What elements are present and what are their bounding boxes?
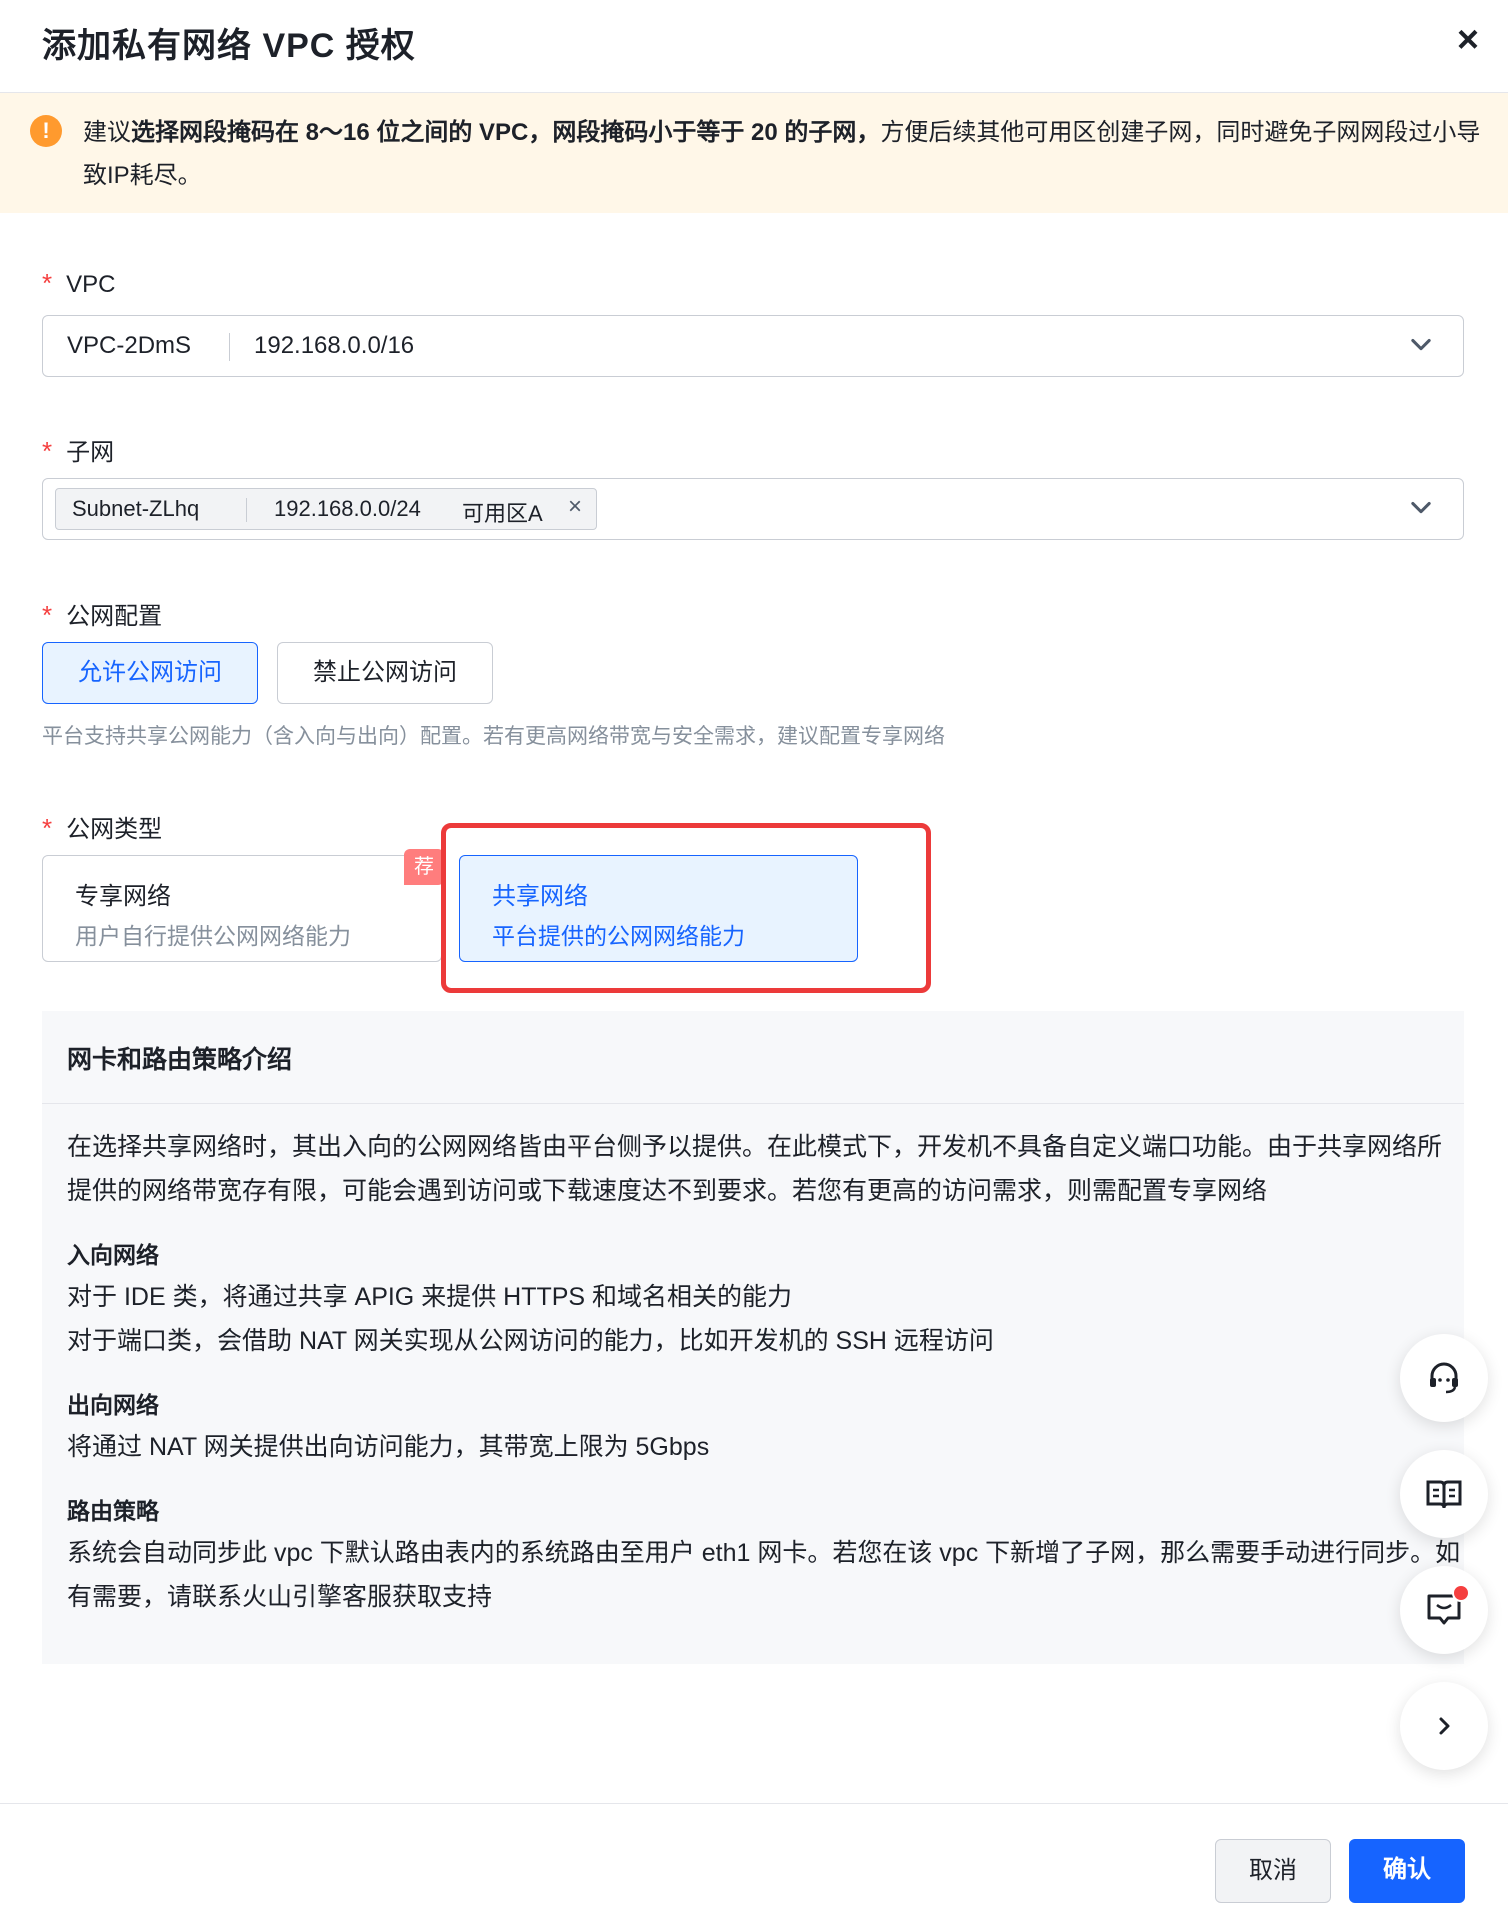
card-desc: 平台提供的公网网络能力 bbox=[492, 923, 745, 949]
notification-dot bbox=[1452, 1584, 1470, 1602]
support-button[interactable] bbox=[1400, 1334, 1488, 1422]
required-mark: * bbox=[42, 813, 53, 843]
network-info-panel: 网卡和路由策略介绍 在选择共享网络时，其出入向的公网网络皆由平台侧予以提供。在此… bbox=[42, 1011, 1464, 1664]
subnet-select[interactable]: Subnet-ZLhq 192.168.0.0/24 可用区A × bbox=[42, 478, 1464, 540]
divider bbox=[229, 333, 230, 361]
info-title: 网卡和路由策略介绍 bbox=[67, 1046, 293, 1074]
subnet-zone: 可用区A bbox=[462, 501, 543, 526]
close-icon[interactable]: × bbox=[1444, 16, 1492, 64]
alert-prefix: 建议 bbox=[83, 119, 131, 146]
subnet-cidr: 192.168.0.0/24 bbox=[274, 496, 421, 521]
card-title: 共享网络 bbox=[492, 883, 588, 910]
public-config-label: * 公网配置 bbox=[42, 596, 162, 631]
required-mark: * bbox=[42, 600, 53, 630]
alert-bold-text: 选择网段掩码在 8～16 位之间的 VPC，网段掩码小于等于 20 的子网， bbox=[131, 119, 881, 146]
dedicated-network-card[interactable]: 专享网络 用户自行提供公网网络能力 bbox=[42, 855, 442, 962]
chevron-down-icon bbox=[1411, 501, 1431, 514]
confirm-button[interactable]: 确认 bbox=[1349, 1839, 1465, 1903]
public-config-hint: 平台支持共享公网能力（含入向与出向）配置。若有更高网络带宽与安全需求，建议配置专… bbox=[42, 725, 945, 748]
info-body: 在选择共享网络时，其出入向的公网网络皆由平台侧予以提供。在此模式下，开发机不具备… bbox=[67, 1125, 1462, 1645]
route-text: 系统会自动同步此 vpc 下默认路由表内的系统路由至用户 eth1 网卡。若您在… bbox=[67, 1539, 1461, 1611]
alert-text: 建议选择网段掩码在 8～16 位之间的 VPC，网段掩码小于等于 20 的子网，… bbox=[83, 111, 1483, 197]
warning-circle-icon: ! bbox=[30, 115, 62, 147]
cancel-button[interactable]: 取消 bbox=[1215, 1839, 1331, 1903]
vpc-cidr: 192.168.0.0/16 bbox=[254, 332, 415, 359]
dialog-title: 添加私有网络 VPC 授权 bbox=[42, 27, 416, 65]
vpc-label-text: VPC bbox=[66, 271, 116, 298]
inbound-line: 对于端口类，会借助 NAT 网关实现从公网访问的能力，比如开发机的 SSH 远程… bbox=[67, 1327, 994, 1355]
chevron-right-icon bbox=[1439, 1717, 1450, 1735]
subnet-name: Subnet-ZLhq bbox=[72, 496, 200, 521]
shared-network-card[interactable]: 共享网络 平台提供的公网网络能力 bbox=[459, 855, 858, 962]
subnet-tag: Subnet-ZLhq 192.168.0.0/24 可用区A × bbox=[55, 488, 597, 530]
outbound-line: 将通过 NAT 网关提供出向访问能力，其带宽上限为 5Gbps bbox=[67, 1433, 710, 1461]
expand-button[interactable] bbox=[1400, 1682, 1488, 1770]
card-title: 专享网络 bbox=[75, 883, 171, 910]
deny-public-access-button[interactable]: 禁止公网访问 bbox=[277, 642, 493, 704]
divider bbox=[246, 498, 247, 522]
required-mark: * bbox=[42, 268, 53, 298]
required-mark: * bbox=[42, 436, 53, 466]
public-type-label: * 公网类型 bbox=[42, 809, 162, 844]
remove-tag-icon[interactable]: × bbox=[568, 493, 582, 521]
allow-public-access-button[interactable]: 允许公网访问 bbox=[42, 642, 258, 704]
headset-icon bbox=[1430, 1362, 1458, 1394]
docs-button[interactable] bbox=[1400, 1450, 1488, 1538]
dialog-footer: 取消 确认 bbox=[0, 1803, 1508, 1929]
card-desc: 用户自行提供公网网络能力 bbox=[75, 923, 351, 949]
warning-alert: ! 建议选择网段掩码在 8～16 位之间的 VPC，网段掩码小于等于 20 的子… bbox=[0, 93, 1508, 213]
route-title: 路由策略 bbox=[67, 1498, 159, 1524]
subnet-label-text: 子网 bbox=[66, 439, 115, 466]
vpc-name: VPC-2DmS bbox=[67, 332, 192, 359]
recommended-badge: 荐 bbox=[404, 849, 444, 885]
inbound-title: 入向网络 bbox=[67, 1242, 159, 1268]
public-config-label-text: 公网配置 bbox=[66, 603, 163, 630]
chevron-down-icon bbox=[1411, 338, 1431, 351]
dialog-header: 添加私有网络 VPC 授权 × bbox=[0, 0, 1508, 93]
info-intro: 在选择共享网络时，其出入向的公网网络皆由平台侧予以提供。在此模式下，开发机不具备… bbox=[67, 1133, 1443, 1205]
inbound-line: 对于 IDE 类，将通过共享 APIG 来提供 HTTPS 和域名相关的能力 bbox=[67, 1283, 793, 1311]
vpc-authorization-dialog: 添加私有网络 VPC 授权 × ! 建议选择网段掩码在 8～16 位之间的 VP… bbox=[0, 0, 1508, 1928]
public-type-label-text: 公网类型 bbox=[66, 816, 163, 843]
book-icon bbox=[1426, 1480, 1462, 1509]
info-panel-header: 网卡和路由策略介绍 bbox=[42, 1011, 1464, 1104]
feedback-button[interactable] bbox=[1400, 1566, 1488, 1654]
outbound-title: 出向网络 bbox=[67, 1392, 159, 1418]
vpc-select[interactable]: VPC-2DmS 192.168.0.0/16 bbox=[42, 315, 1464, 377]
vpc-label: * VPC bbox=[42, 268, 115, 299]
subnet-label: * 子网 bbox=[42, 432, 114, 467]
